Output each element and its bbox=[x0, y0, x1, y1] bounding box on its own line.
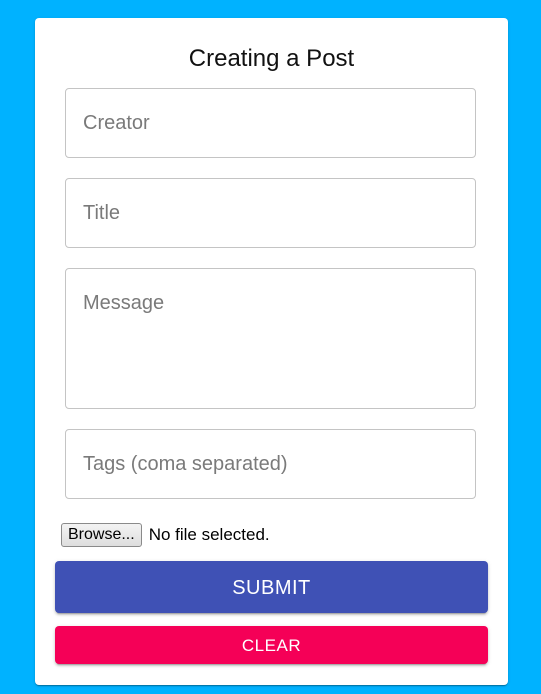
post-form-card: Creating a Post Browse... No file select… bbox=[35, 18, 508, 685]
title-input[interactable] bbox=[66, 179, 475, 247]
title-field[interactable] bbox=[65, 178, 476, 248]
submit-button[interactable]: SUBMIT bbox=[55, 561, 488, 613]
message-textarea[interactable] bbox=[66, 269, 475, 408]
message-field[interactable] bbox=[65, 268, 476, 409]
browse-button[interactable]: Browse... bbox=[61, 523, 142, 547]
file-upload-row: Browse... No file selected. bbox=[61, 523, 270, 547]
form-heading: Creating a Post bbox=[188, 45, 355, 72]
tags-field[interactable] bbox=[65, 429, 476, 499]
creator-field[interactable] bbox=[65, 88, 476, 158]
tags-input[interactable] bbox=[66, 430, 475, 498]
creator-input[interactable] bbox=[66, 89, 475, 157]
clear-button[interactable]: CLEAR bbox=[55, 626, 488, 664]
file-status-text: No file selected. bbox=[148, 525, 270, 544]
